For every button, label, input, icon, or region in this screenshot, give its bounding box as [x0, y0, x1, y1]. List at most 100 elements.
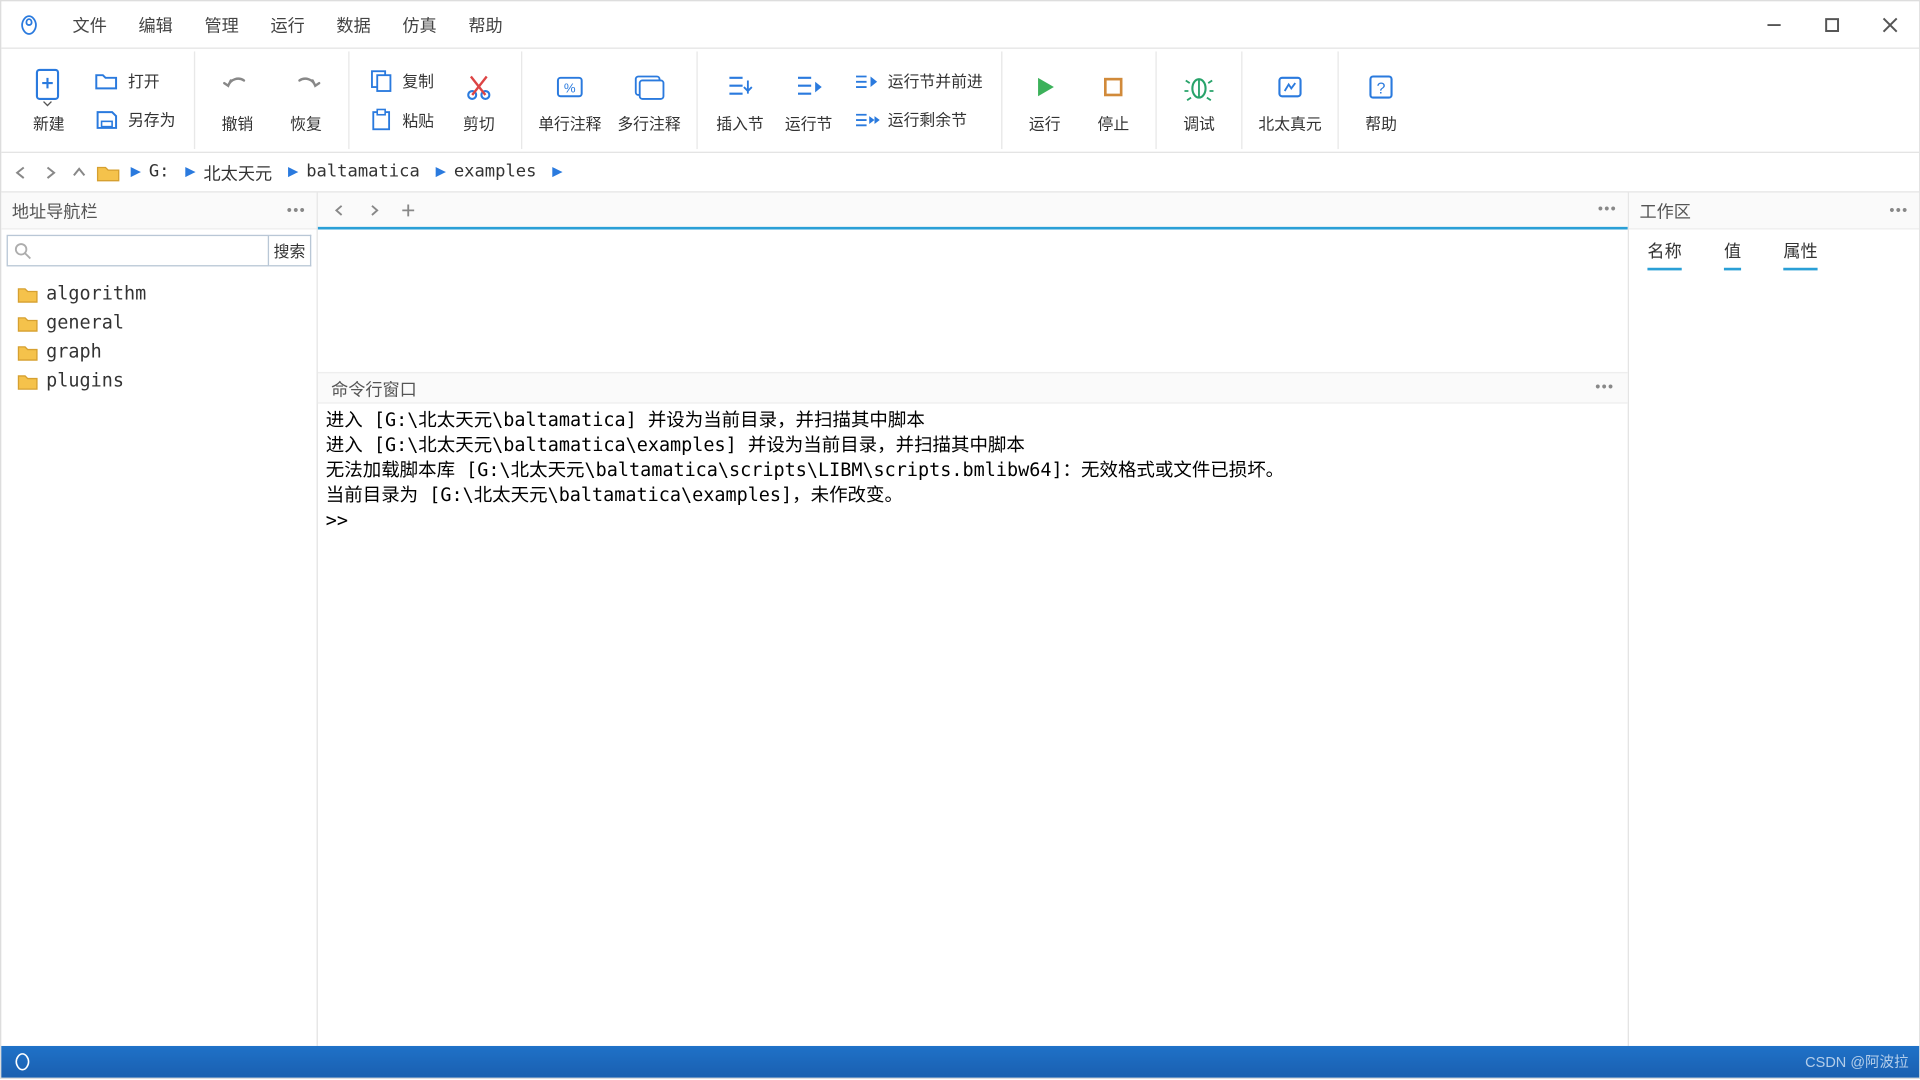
- run-button[interactable]: 运行: [1010, 61, 1079, 139]
- folder-item[interactable]: graph: [7, 338, 312, 367]
- folder-label: graph: [46, 342, 102, 363]
- run-section-button[interactable]: 运行节: [774, 61, 843, 139]
- brand-icon: [1274, 67, 1306, 107]
- breadcrumb-segment[interactable]: ▶baltamatica: [283, 162, 425, 182]
- folder-icon: [17, 373, 38, 390]
- help-label: 帮助: [1365, 111, 1397, 133]
- undo-button[interactable]: 撤销: [203, 61, 272, 139]
- workspace-tab-attr[interactable]: 属性: [1783, 237, 1817, 270]
- folder-item[interactable]: algorithm: [7, 280, 312, 309]
- menu-sim[interactable]: 仿真: [389, 4, 450, 45]
- status-bar: CSDN @阿波拉: [1, 1046, 1919, 1078]
- copy-icon: [368, 69, 394, 93]
- run-remaining-icon: [853, 110, 879, 128]
- cut-icon: [463, 67, 495, 107]
- folder-item[interactable]: general: [7, 309, 312, 338]
- paste-button[interactable]: 粘贴: [357, 104, 444, 136]
- nav-back-icon[interactable]: [9, 160, 33, 184]
- command-window-title: 命令行窗口: [331, 375, 417, 400]
- saveas-button[interactable]: 另存为: [83, 104, 186, 134]
- window-minimize-icon[interactable]: [1745, 5, 1803, 45]
- insert-section-button[interactable]: 插入节: [706, 61, 775, 139]
- tab-prev-icon[interactable]: [326, 197, 352, 223]
- toolbar: 新建 打开 另存为 撤销 恢复: [1, 47, 1919, 153]
- folder-label: general: [46, 313, 124, 334]
- workspace-tab-value[interactable]: 值: [1724, 237, 1741, 270]
- run-remaining-label: 运行剩余节: [888, 108, 967, 130]
- saveas-label: 另存为: [128, 108, 176, 130]
- save-icon: [94, 109, 120, 130]
- comment-multi-icon: [633, 67, 665, 107]
- stop-label: 停止: [1097, 111, 1129, 133]
- new-button[interactable]: 新建: [15, 61, 84, 139]
- watermark: CSDN @阿波拉: [1805, 1051, 1908, 1072]
- folder-label: algorithm: [46, 284, 146, 305]
- tab-add-icon[interactable]: [394, 197, 420, 223]
- nav-forward-icon[interactable]: [38, 160, 62, 184]
- comment-multi-button[interactable]: 多行注释: [609, 61, 688, 139]
- menu-help[interactable]: 帮助: [455, 4, 516, 45]
- folder-tree: algorithm general graph plugins: [1, 272, 316, 404]
- redo-label: 恢复: [290, 111, 322, 133]
- window-maximize-icon[interactable]: [1803, 5, 1861, 45]
- debug-button[interactable]: 调试: [1165, 61, 1234, 139]
- search-button[interactable]: 搜索: [269, 235, 311, 267]
- nav-up-icon[interactable]: [67, 160, 91, 184]
- paste-label: 粘贴: [402, 109, 434, 131]
- window-close-icon[interactable]: [1861, 5, 1919, 45]
- open-button[interactable]: 打开: [83, 66, 186, 96]
- help-button[interactable]: ? 帮助: [1347, 61, 1416, 139]
- editor-area[interactable]: [318, 230, 1628, 372]
- cut-button[interactable]: 剪切: [445, 61, 514, 139]
- breadcrumb: ▶G: ▶北太天元 ▶baltamatica ▶examples ▶: [1, 153, 1919, 193]
- tabstrip-menu-icon[interactable]: •••: [1598, 202, 1617, 218]
- folder-item[interactable]: plugins: [7, 367, 312, 396]
- cut-label: 剪切: [463, 111, 495, 133]
- workspace-tab-name[interactable]: 名称: [1647, 237, 1681, 270]
- stop-button[interactable]: 停止: [1079, 61, 1148, 139]
- workspace-menu-icon[interactable]: •••: [1889, 202, 1908, 218]
- redo-icon: [289, 67, 323, 107]
- search-input[interactable]: [7, 235, 269, 267]
- panel-menu-icon[interactable]: •••: [287, 202, 306, 218]
- brand-label: 北太真元: [1258, 111, 1321, 133]
- breadcrumb-segment[interactable]: ▶北太天元: [180, 160, 277, 185]
- address-nav-title: 地址导航栏: [12, 198, 98, 223]
- open-label: 打开: [128, 70, 160, 92]
- comment-single-icon: %: [554, 67, 586, 107]
- command-menu-icon[interactable]: •••: [1595, 380, 1614, 396]
- breadcrumb-segment[interactable]: ▶G:: [125, 162, 174, 182]
- menu-manage[interactable]: 管理: [191, 4, 252, 45]
- copy-button[interactable]: 复制: [357, 65, 444, 97]
- undo-icon: [220, 67, 254, 107]
- app-logo-icon: [17, 13, 41, 37]
- run-section-icon: [793, 67, 825, 107]
- open-icon: [94, 71, 120, 92]
- stop-icon: [1099, 67, 1128, 107]
- folder-icon: [17, 286, 38, 303]
- help-icon: ?: [1365, 67, 1397, 107]
- folder-icon: [17, 315, 38, 332]
- run-remaining-button[interactable]: 运行剩余节: [843, 104, 993, 134]
- menu-edit[interactable]: 编辑: [125, 4, 186, 45]
- menu-file[interactable]: 文件: [59, 4, 120, 45]
- address-nav-panel: 地址导航栏 ••• 搜索 algorithm general graph plu…: [1, 193, 318, 1046]
- comment-multi-label: 多行注释: [617, 111, 680, 133]
- command-window[interactable]: 进入 [G:\北太天元\baltamatica] 并设为当前目录，并扫描其中脚本…: [318, 404, 1628, 1046]
- undo-label: 撤销: [222, 111, 254, 133]
- folder-icon: [96, 163, 120, 181]
- folder-label: plugins: [46, 371, 124, 392]
- breadcrumb-segment[interactable]: ▶examples: [430, 162, 541, 182]
- new-file-icon: [32, 67, 66, 107]
- menu-run[interactable]: 运行: [257, 4, 318, 45]
- workspace-title: 工作区: [1640, 198, 1691, 223]
- redo-button[interactable]: 恢复: [272, 61, 341, 139]
- brand-button[interactable]: 北太真元: [1251, 61, 1330, 139]
- workspace-panel: 工作区 ••• 名称 值 属性: [1629, 193, 1919, 1046]
- menu-data[interactable]: 数据: [323, 4, 384, 45]
- run-section-advance-button[interactable]: 运行节并前进: [843, 66, 993, 96]
- svg-text:%: %: [564, 80, 576, 95]
- menubar: 文件 编辑 管理 运行 数据 仿真 帮助: [1, 1, 1919, 47]
- comment-single-button[interactable]: % 单行注释: [530, 61, 609, 139]
- tab-next-icon[interactable]: [360, 197, 386, 223]
